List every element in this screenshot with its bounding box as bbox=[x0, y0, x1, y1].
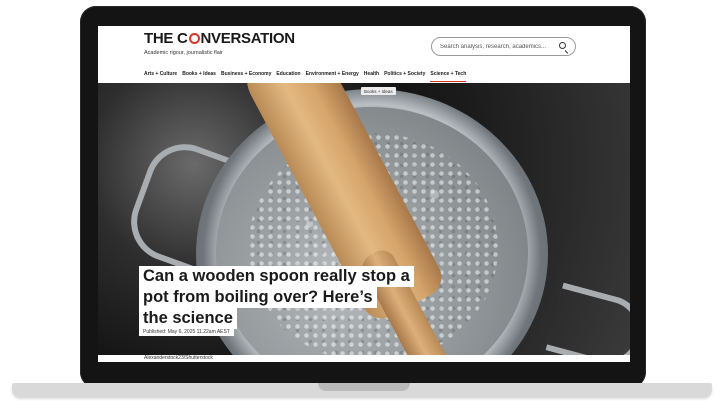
published-date: Published: May 6, 2025 11.22am AEST bbox=[139, 328, 234, 336]
nav-item-arts-culture[interactable]: Arts + Culture bbox=[144, 71, 177, 82]
image-credit: Alexanderstock23/Shutterstock bbox=[144, 355, 213, 361]
nav-item-environment-energy[interactable]: Environment + Energy bbox=[306, 71, 359, 82]
article-headline[interactable]: Can a wooden spoon really stop a pot fro… bbox=[139, 266, 459, 329]
logo-o-icon bbox=[188, 33, 200, 44]
category-badge[interactable]: Books + Ideas bbox=[361, 87, 396, 95]
nav-item-politics-society[interactable]: Politics + Society bbox=[384, 71, 425, 82]
nav-item-books-ideas[interactable]: Books + Ideas bbox=[182, 71, 216, 82]
pot-handle-right bbox=[545, 282, 630, 355]
nav-item-health[interactable]: Health bbox=[364, 71, 379, 82]
hero-image: Books + Ideas Can a wooden spoon really … bbox=[98, 83, 630, 355]
site-tagline: Academic rigour, journalistic flair bbox=[144, 50, 223, 56]
laptop-notch bbox=[318, 383, 410, 391]
search-box[interactable] bbox=[431, 37, 576, 56]
search-icon[interactable] bbox=[559, 42, 566, 49]
nav-item-science-tech[interactable]: Science + Tech bbox=[430, 71, 467, 82]
main-nav: Arts + Culture Books + Ideas Business + … bbox=[144, 71, 467, 82]
nav-item-business-economy[interactable]: Business + Economy bbox=[221, 71, 271, 82]
headline-line: Can a wooden spoon really stop a bbox=[139, 266, 414, 287]
nav-item-education[interactable]: Education bbox=[276, 71, 300, 82]
browser-screen: THE C NVERSATION Academic rigour, journal… bbox=[98, 26, 630, 362]
logo-text-end: NVERSATION bbox=[200, 30, 296, 47]
logo-text-start: THE C bbox=[144, 30, 188, 47]
headline-line: the science bbox=[139, 308, 237, 329]
search-input[interactable] bbox=[440, 41, 550, 53]
site-logo[interactable]: THE C NVERSATION bbox=[144, 30, 295, 47]
headline-line: pot from boiling over? Here’s bbox=[139, 287, 377, 308]
